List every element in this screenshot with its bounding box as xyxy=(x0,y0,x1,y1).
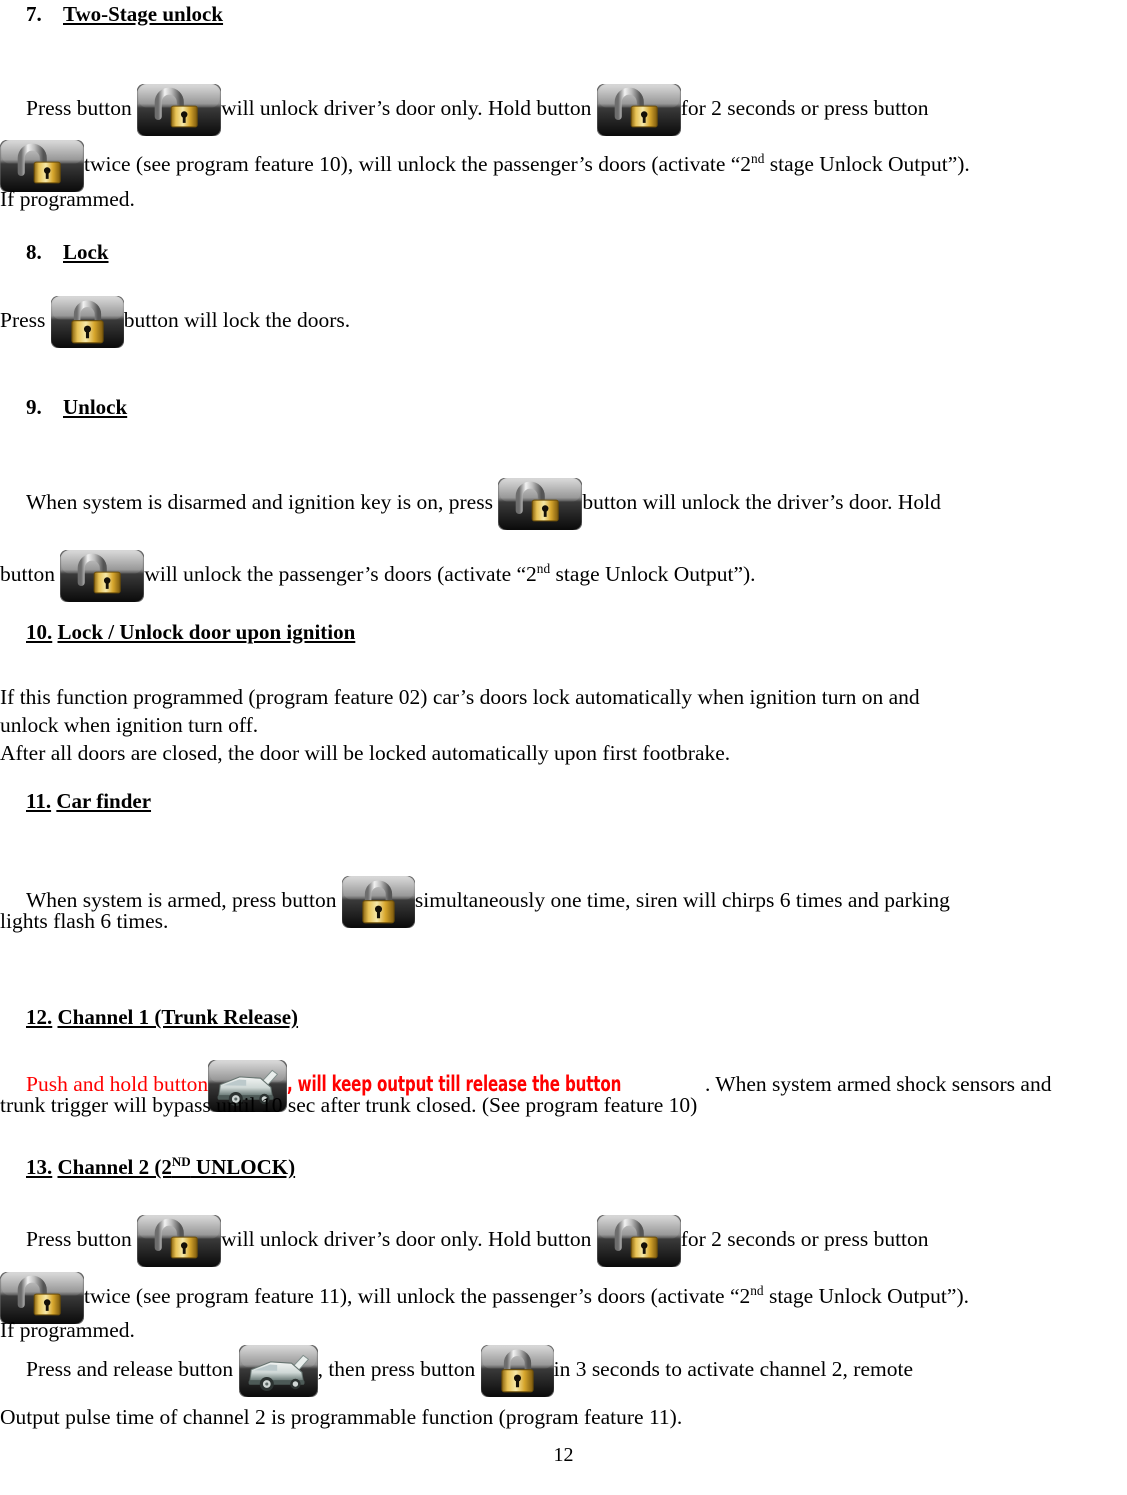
text: button xyxy=(0,561,55,586)
text: will unlock the passenger’s doors (activ… xyxy=(144,561,537,586)
text: twice (see program feature 11), will unl… xyxy=(84,1283,751,1308)
section-13-paragraph-2: twice (see program feature 11), will unl… xyxy=(0,1272,1127,1324)
section-7-paragraph-1: Press button will unlock driver’s door o… xyxy=(0,84,1127,136)
section-title-12: Channel 1 (Trunk Release) xyxy=(57,1005,299,1029)
text: stage Unlock Output”). xyxy=(763,1283,969,1308)
text: button will unlock the driver’s door. Ho… xyxy=(582,489,941,514)
unlock-button-icon xyxy=(137,84,222,136)
section-number-12: 12. xyxy=(26,1005,53,1029)
text: Press and release button xyxy=(26,1356,234,1381)
text: simultaneously one time, siren will chir… xyxy=(414,887,950,912)
section-10-paragraph-1: If this function programmed (program fea… xyxy=(0,685,920,709)
section-title-11: Car finder xyxy=(56,789,152,813)
text: twice (see program feature 10), will unl… xyxy=(84,151,752,176)
section-9-paragraph-2: button will unlock the passenger’s doors… xyxy=(0,550,1127,602)
section-heading-11: 11. Car finder xyxy=(26,789,151,813)
unlock-button-icon xyxy=(498,478,583,530)
ordinal-suffix: nd xyxy=(536,560,551,576)
text: for 2 seconds or press button xyxy=(680,95,929,120)
text: UNLOCK) xyxy=(190,1155,296,1179)
text: in 3 seconds to activate channel 2, remo… xyxy=(553,1356,913,1381)
section-title-7: Two-Stage unlock xyxy=(63,2,224,26)
section-heading-10: 10. Lock / Unlock door upon ignition xyxy=(26,620,355,644)
unlock-button-icon xyxy=(137,1215,222,1267)
text: stage Unlock Output”). xyxy=(764,151,970,176)
section-7-paragraph-2: twice (see program feature 10), will unl… xyxy=(0,140,1127,192)
section-11-paragraph-2: lights flash 6 times. xyxy=(0,909,169,933)
section-13-paragraph-5: Output pulse time of channel 2 is progra… xyxy=(0,1405,683,1429)
text: for 2 seconds or press button xyxy=(680,1226,929,1251)
section-13-paragraph-3: If programmed. xyxy=(0,1318,135,1342)
lock-button-icon xyxy=(480,1345,554,1397)
section-title-13: Channel 2 (2ND UNLOCK) xyxy=(58,1155,296,1179)
section-10-paragraph-2: unlock when ignition turn off. xyxy=(0,713,259,737)
section-number-8: 8. xyxy=(26,240,42,264)
section-number-11: 11. xyxy=(26,789,52,813)
section-heading-9: 9. Unlock xyxy=(26,395,127,419)
section-heading-8: 8. Lock xyxy=(26,240,109,264)
section-7-paragraph-3: If programmed. xyxy=(0,187,135,211)
page-number: 12 xyxy=(553,1444,574,1466)
text: Press button xyxy=(26,1226,132,1251)
unlock-button-icon xyxy=(60,550,145,602)
text: will unlock driver’s door only. Hold but… xyxy=(221,1226,592,1251)
document-page: 7. Two-Stage unlock Press button will un… xyxy=(0,0,1127,1495)
text: Press button xyxy=(26,95,132,120)
ordinal-suffix: ND xyxy=(171,1154,191,1169)
lock-button-icon xyxy=(341,876,415,928)
text: will unlock driver’s door only. Hold but… xyxy=(221,95,592,120)
text: Channel 2 (2 xyxy=(57,1155,172,1179)
section-9-paragraph-1: When system is disarmed and ignition key… xyxy=(0,478,1127,530)
section-13-paragraph-1: Press button will unlock driver’s door o… xyxy=(0,1215,1127,1267)
unlock-button-icon xyxy=(596,84,681,136)
text: Press xyxy=(0,307,46,332)
text: stage Unlock Output”). xyxy=(550,561,756,586)
ordinal-suffix: nd xyxy=(750,1282,764,1298)
unlock-button-icon xyxy=(0,140,84,192)
section-number-10: 10. xyxy=(26,620,53,644)
section-number-7: 7. xyxy=(26,2,42,26)
section-10-paragraph-3: After all doors are closed, the door wil… xyxy=(0,741,731,765)
ordinal-suffix: nd xyxy=(751,150,765,166)
text: , then press button xyxy=(317,1356,476,1381)
unlock-button-icon xyxy=(596,1215,681,1267)
section-11-paragraph-1: When system is armed, press button simul… xyxy=(0,876,1127,928)
lock-button-icon xyxy=(50,296,124,348)
section-title-8: Lock xyxy=(63,240,109,264)
section-title-9: Unlock xyxy=(63,395,128,419)
section-number-13: 13. xyxy=(26,1155,53,1179)
section-13-paragraph-4: Press and release button , then press bu… xyxy=(0,1345,1127,1397)
section-heading-13: 13. Channel 2 (2ND UNLOCK) xyxy=(26,1155,295,1179)
section-heading-7: 7. Two-Stage unlock xyxy=(26,2,223,26)
section-12-paragraph-2: trunk trigger will bypass until 10 sec a… xyxy=(0,1093,698,1117)
section-title-10: Lock / Unlock door upon ignition xyxy=(57,620,356,644)
text: button will lock the doors. xyxy=(123,307,351,332)
trunk-release-button-icon xyxy=(238,1345,318,1397)
section-8-paragraph-1: Press button will lock the doors. xyxy=(0,296,350,348)
section-number-9: 9. xyxy=(26,395,42,419)
text: When system is disarmed and ignition key… xyxy=(26,489,493,514)
section-heading-12: 12. Channel 1 (Trunk Release) xyxy=(26,1005,298,1029)
